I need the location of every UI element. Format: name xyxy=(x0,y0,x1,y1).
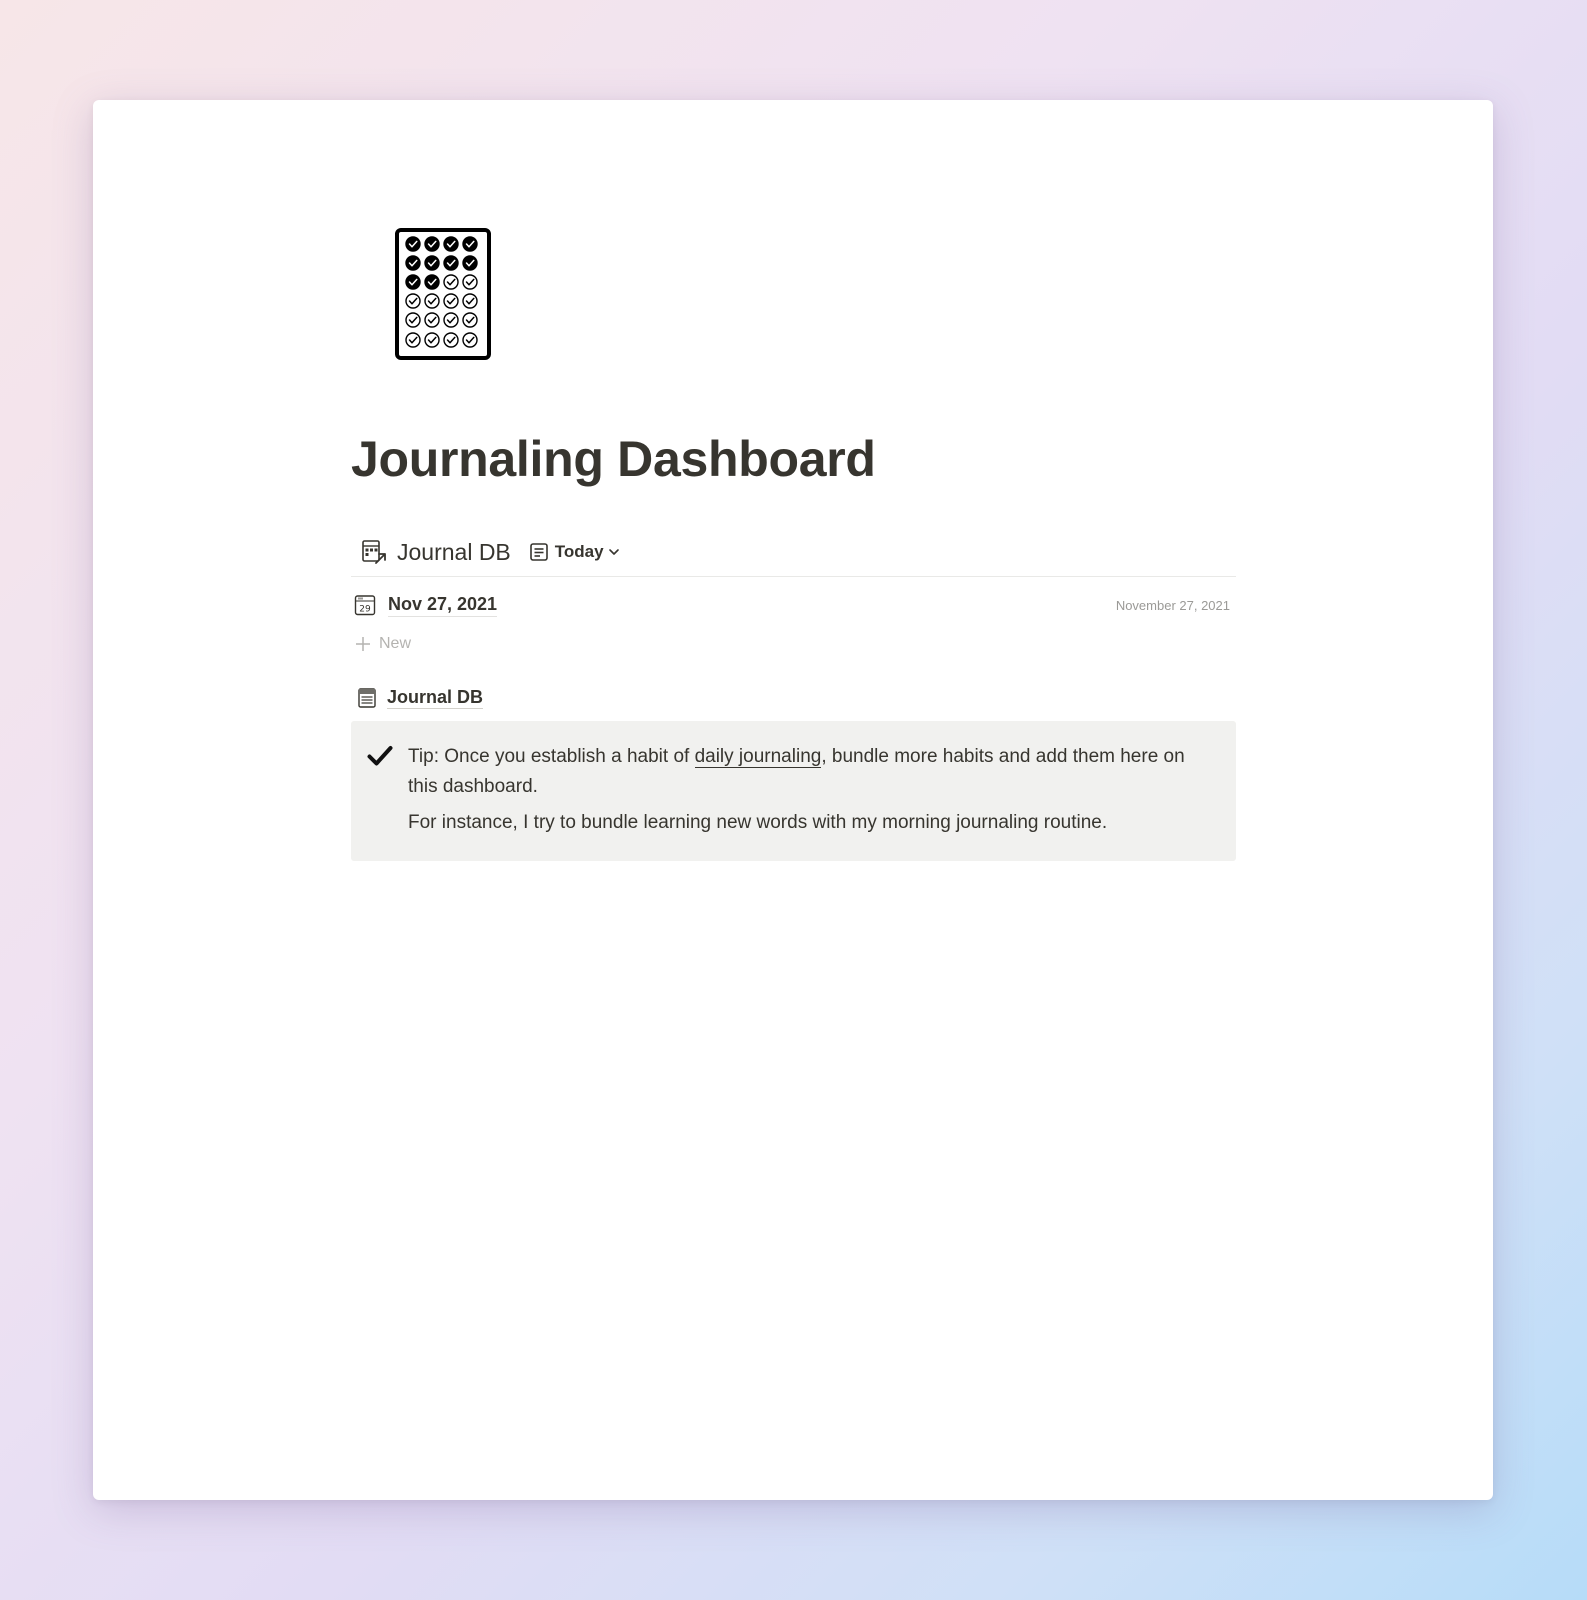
callout-paragraph-2: For instance, I try to bundle learning n… xyxy=(408,812,1108,833)
daily-journaling-link[interactable]: daily journaling xyxy=(694,746,822,768)
entry-date: November 27, 2021 xyxy=(1115,597,1230,613)
view-selector-today[interactable]: Today xyxy=(529,542,620,562)
plus-icon xyxy=(356,637,370,651)
notion-page-window: Journaling Dashboard Journal DB Today 29… xyxy=(93,100,1493,1500)
database-page-icon xyxy=(358,688,376,708)
callout-paragraph-1: Tip: Once you establish a habit of daily… xyxy=(408,742,1208,802)
list-view-icon xyxy=(529,543,548,561)
page-link-journal-db[interactable]: Journal DB xyxy=(351,682,484,714)
svg-text:29: 29 xyxy=(359,605,371,615)
chevron-down-icon xyxy=(608,549,619,555)
linked-database-header: Journal DB Today xyxy=(351,528,1236,577)
entry-title[interactable]: Nov 27, 2021 xyxy=(388,594,498,617)
page-link-label: Journal DB xyxy=(387,687,484,709)
calendar-icon: 29 xyxy=(354,595,376,616)
habit-tracker-grid-icon[interactable] xyxy=(395,228,491,360)
callout-text: Tip: Once you establish a habit of daily… xyxy=(408,742,1208,838)
page-title[interactable]: Journaling Dashboard xyxy=(351,430,876,488)
add-new-label: New xyxy=(379,635,412,652)
view-label: Today xyxy=(554,542,604,561)
linked-database-title[interactable]: Journal DB xyxy=(397,539,511,566)
callout-text-prefix: Tip: Once you establish a habit of xyxy=(408,746,695,767)
add-new-entry-button[interactable]: New xyxy=(355,630,411,658)
linked-database-icon xyxy=(362,540,386,564)
checkmark-icon[interactable] xyxy=(367,745,393,767)
tip-callout: Tip: Once you establish a habit of daily… xyxy=(351,721,1236,861)
list-item[interactable]: 29 Nov 27, 2021 November 27, 2021 xyxy=(351,580,1236,630)
